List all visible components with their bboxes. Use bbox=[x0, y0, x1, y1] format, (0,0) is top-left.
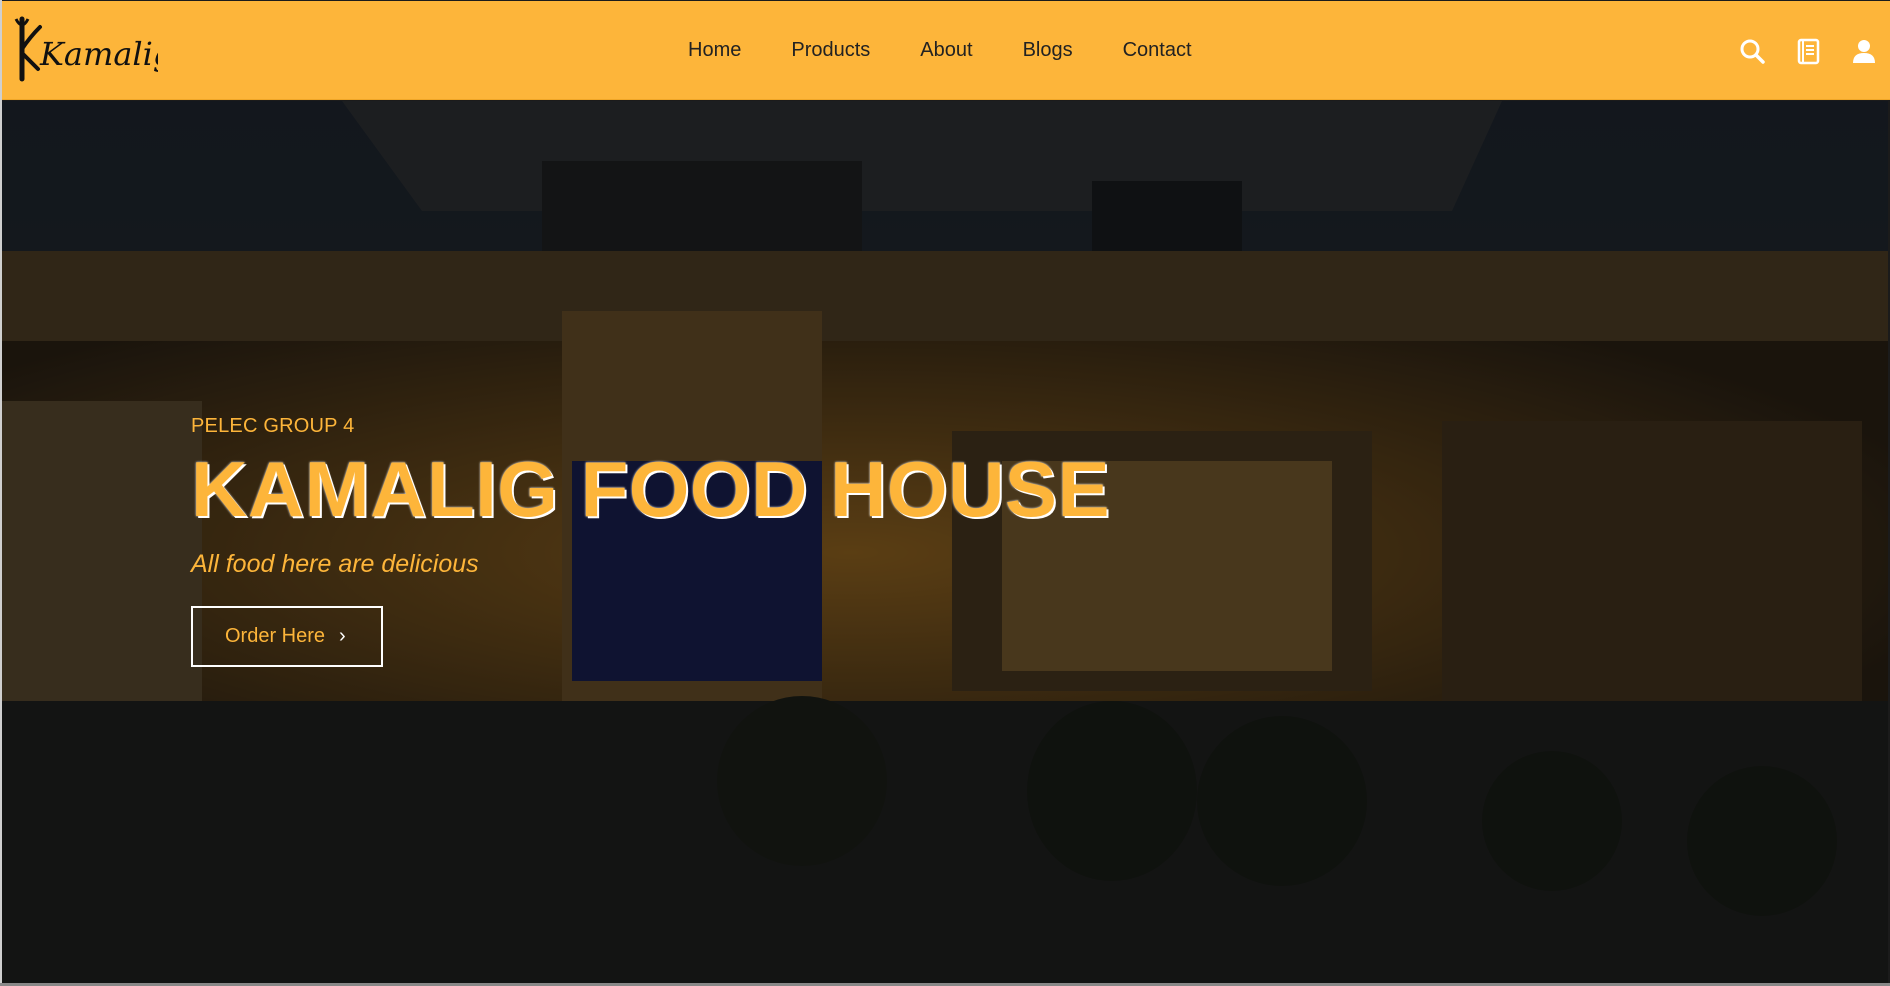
chevron-right-icon: › bbox=[339, 625, 346, 647]
nav-products[interactable]: Products bbox=[766, 39, 895, 62]
nav-icon-group bbox=[1736, 1, 1880, 100]
nav-about[interactable]: About bbox=[895, 39, 997, 62]
hero-subtitle: All food here are delicious bbox=[191, 550, 479, 578]
kamalig-logo[interactable]: Kamalig bbox=[8, 9, 173, 83]
order-here-button[interactable]: Order Here › bbox=[191, 606, 383, 667]
nav-contact[interactable]: Contact bbox=[1098, 39, 1217, 62]
main-nav: Home Products About Blogs Contact bbox=[662, 1, 1217, 100]
hero-section: PELEC GROUP 4 KAMALIG FOOD HOUSE All foo… bbox=[2, 101, 1888, 983]
hero-kicker: PELEC GROUP 4 bbox=[191, 415, 355, 437]
user-icon[interactable] bbox=[1848, 35, 1880, 67]
logo-text: Kamalig bbox=[39, 35, 158, 73]
hero-title: KAMALIG FOOD HOUSE bbox=[191, 445, 1110, 533]
order-here-label: Order Here bbox=[225, 625, 326, 647]
notebook-icon[interactable] bbox=[1792, 35, 1824, 67]
search-icon[interactable] bbox=[1736, 35, 1768, 67]
top-navbar: Kamalig Home Products About Blogs Contac… bbox=[2, 1, 1890, 100]
nav-blogs[interactable]: Blogs bbox=[998, 39, 1098, 62]
nav-home[interactable]: Home bbox=[662, 39, 766, 62]
hero-content: PELEC GROUP 4 KAMALIG FOOD HOUSE All foo… bbox=[191, 415, 1110, 667]
